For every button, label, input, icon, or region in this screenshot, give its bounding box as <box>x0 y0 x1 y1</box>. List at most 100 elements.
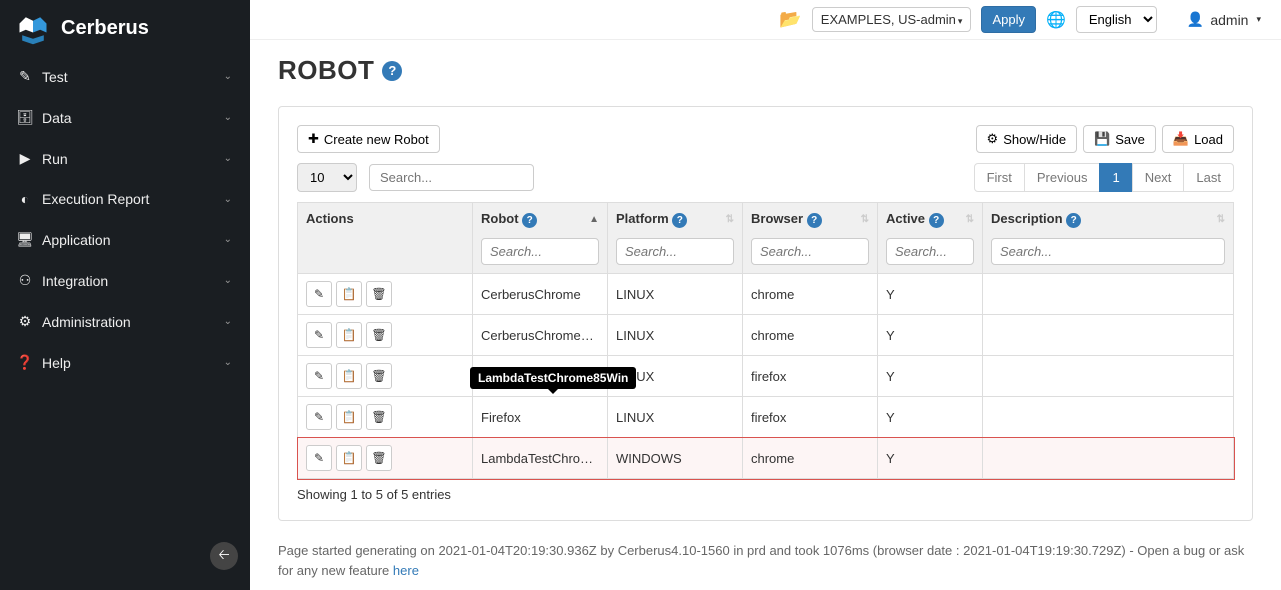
load-button[interactable]: 📥Load <box>1162 125 1234 153</box>
panel: ✚ Create new Robot ⚙Show/Hide 💾Save 📥Loa… <box>278 106 1253 521</box>
footer-link[interactable]: here <box>393 563 419 578</box>
cell-active: Y <box>878 274 983 315</box>
edit-icon: ✎ <box>18 68 32 85</box>
cerberus-icon <box>15 10 51 46</box>
cell-robot: CerberusChromeProxy <box>473 315 608 356</box>
cell-description <box>983 274 1234 315</box>
sort-icon: ⇅ <box>1217 214 1225 225</box>
sort-icon: ⇅ <box>726 214 734 225</box>
cell-active: Y <box>878 315 983 356</box>
duplicate-row-button[interactable]: 📋 <box>336 363 362 389</box>
page-next[interactable]: Next <box>1132 163 1185 192</box>
duplicate-row-button[interactable]: 📋 <box>336 281 362 307</box>
cell-browser: firefox <box>743 397 878 438</box>
cell-active: Y <box>878 356 983 397</box>
chevron-down-icon: ⌄ <box>224 71 232 82</box>
col-platform[interactable]: Platform ?⇅ <box>608 203 743 274</box>
page-size-select[interactable]: 10 <box>297 163 357 192</box>
sidebar-item-test[interactable]: ✎Test ⌄ <box>0 56 250 97</box>
sidebar-item-help[interactable]: ❓Help ⌄ <box>0 342 250 383</box>
page-previous[interactable]: Previous <box>1024 163 1101 192</box>
delete-row-button[interactable]: 🗑 <box>366 445 392 471</box>
play-icon: ▶ <box>18 150 32 167</box>
sidebar-item-execution-report[interactable]: ◐Execution Report ⌄ <box>0 179 250 219</box>
duplicate-row-button[interactable]: 📋 <box>336 445 362 471</box>
cell-description <box>983 315 1234 356</box>
cell-robot: LambdaTestChrome85... <box>473 438 608 479</box>
duplicate-row-button[interactable]: 📋 <box>336 404 362 430</box>
cell-description <box>983 438 1234 479</box>
sort-asc-icon: ▲ <box>589 214 599 225</box>
page-last[interactable]: Last <box>1183 163 1234 192</box>
cell-platform: LINUX <box>608 315 743 356</box>
cell-active: Y <box>878 397 983 438</box>
col-browser[interactable]: Browser ?⇅ <box>743 203 878 274</box>
platform-filter-input[interactable] <box>616 238 734 265</box>
help-icon[interactable]: ? <box>382 61 402 81</box>
col-active[interactable]: Active ?⇅ <box>878 203 983 274</box>
sidebar-item-integration[interactable]: ⚇Integration ⌄ <box>0 260 250 301</box>
sort-icon: ⇅ <box>861 214 869 225</box>
robot-filter-input[interactable] <box>481 238 599 265</box>
cell-description <box>983 397 1234 438</box>
cell-platform: LINUX <box>608 397 743 438</box>
language-selector[interactable]: English <box>1076 6 1157 33</box>
cell-robot: CerberusChrome <box>473 274 608 315</box>
system-selector[interactable]: EXAMPLES, US-admin▾ <box>812 7 972 32</box>
user-menu[interactable]: 👤 admin ▾ <box>1167 11 1261 28</box>
help-icon[interactable]: ? <box>1066 213 1081 228</box>
collapse-sidebar-button[interactable]: 🡠 <box>210 542 238 570</box>
page-1[interactable]: 1 <box>1099 163 1132 192</box>
cell-platform: LINUX <box>608 274 743 315</box>
edit-row-button[interactable]: ✎ <box>306 445 332 471</box>
logo[interactable]: Cerberus <box>0 0 250 56</box>
help-icon[interactable]: ? <box>672 213 687 228</box>
cell-browser: firefox <box>743 356 878 397</box>
browser-filter-input[interactable] <box>751 238 869 265</box>
cell-active: Y <box>878 438 983 479</box>
create-robot-button[interactable]: ✚ Create new Robot <box>297 125 440 153</box>
sidebar-item-application[interactable]: 🖥Application ⌄ <box>0 219 250 260</box>
footer: Page started generating on 2021-01-04T20… <box>250 531 1281 590</box>
col-description[interactable]: Description ?⇅ <box>983 203 1234 274</box>
edit-row-button[interactable]: ✎ <box>306 363 332 389</box>
edit-row-button[interactable]: ✎ <box>306 322 332 348</box>
table-row: ✎ 📋 🗑 CerberusChrome LINUX chrome Y <box>298 274 1234 315</box>
chart-icon: ◐ <box>18 191 32 207</box>
delete-row-button[interactable]: 🗑 <box>366 322 392 348</box>
page-first[interactable]: First <box>974 163 1025 192</box>
chevron-down-icon: ⌄ <box>224 357 232 368</box>
help-icon[interactable]: ? <box>522 213 537 228</box>
help-icon[interactable]: ? <box>929 213 944 228</box>
save-button[interactable]: 💾Save <box>1083 125 1156 153</box>
delete-row-button[interactable]: 🗑 <box>366 281 392 307</box>
active-filter-input[interactable] <box>886 238 974 265</box>
sort-icon: ⇅ <box>966 214 974 225</box>
sidebar-item-run[interactable]: ▶Run ⌄ <box>0 138 250 179</box>
robot-table: Actions Robot ?▲ Platform ?⇅ Browse <box>297 202 1234 479</box>
database-icon: 🗄 <box>18 109 32 126</box>
apply-button[interactable]: Apply <box>981 6 1036 33</box>
chevron-down-icon: ⌄ <box>224 275 232 286</box>
showhide-button[interactable]: ⚙Show/Hide <box>976 125 1078 153</box>
load-icon: 📥 <box>1173 131 1189 147</box>
sidebar-item-administration[interactable]: ⚙Administration ⌄ <box>0 301 250 342</box>
help-icon[interactable]: ? <box>807 213 822 228</box>
question-icon: ❓ <box>18 354 32 371</box>
edit-row-button[interactable]: ✎ <box>306 404 332 430</box>
cell-browser: chrome <box>743 438 878 479</box>
global-search-input[interactable] <box>369 164 534 191</box>
folder-icon[interactable]: 📂 <box>779 9 801 30</box>
col-actions: Actions <box>298 203 473 274</box>
delete-row-button[interactable]: 🗑 <box>366 404 392 430</box>
col-robot[interactable]: Robot ?▲ <box>473 203 608 274</box>
description-filter-input[interactable] <box>991 238 1225 265</box>
duplicate-row-button[interactable]: 📋 <box>336 322 362 348</box>
sidebar-item-data[interactable]: 🗄Data ⌄ <box>0 97 250 138</box>
brand-text: Cerberus <box>61 17 149 40</box>
table-row: ✎ 📋 🗑 Firefox LINUX firefox Y <box>298 397 1234 438</box>
cell-description <box>983 356 1234 397</box>
edit-row-button[interactable]: ✎ <box>306 281 332 307</box>
delete-row-button[interactable]: 🗑 <box>366 363 392 389</box>
chevron-down-icon: ⌄ <box>224 316 232 327</box>
